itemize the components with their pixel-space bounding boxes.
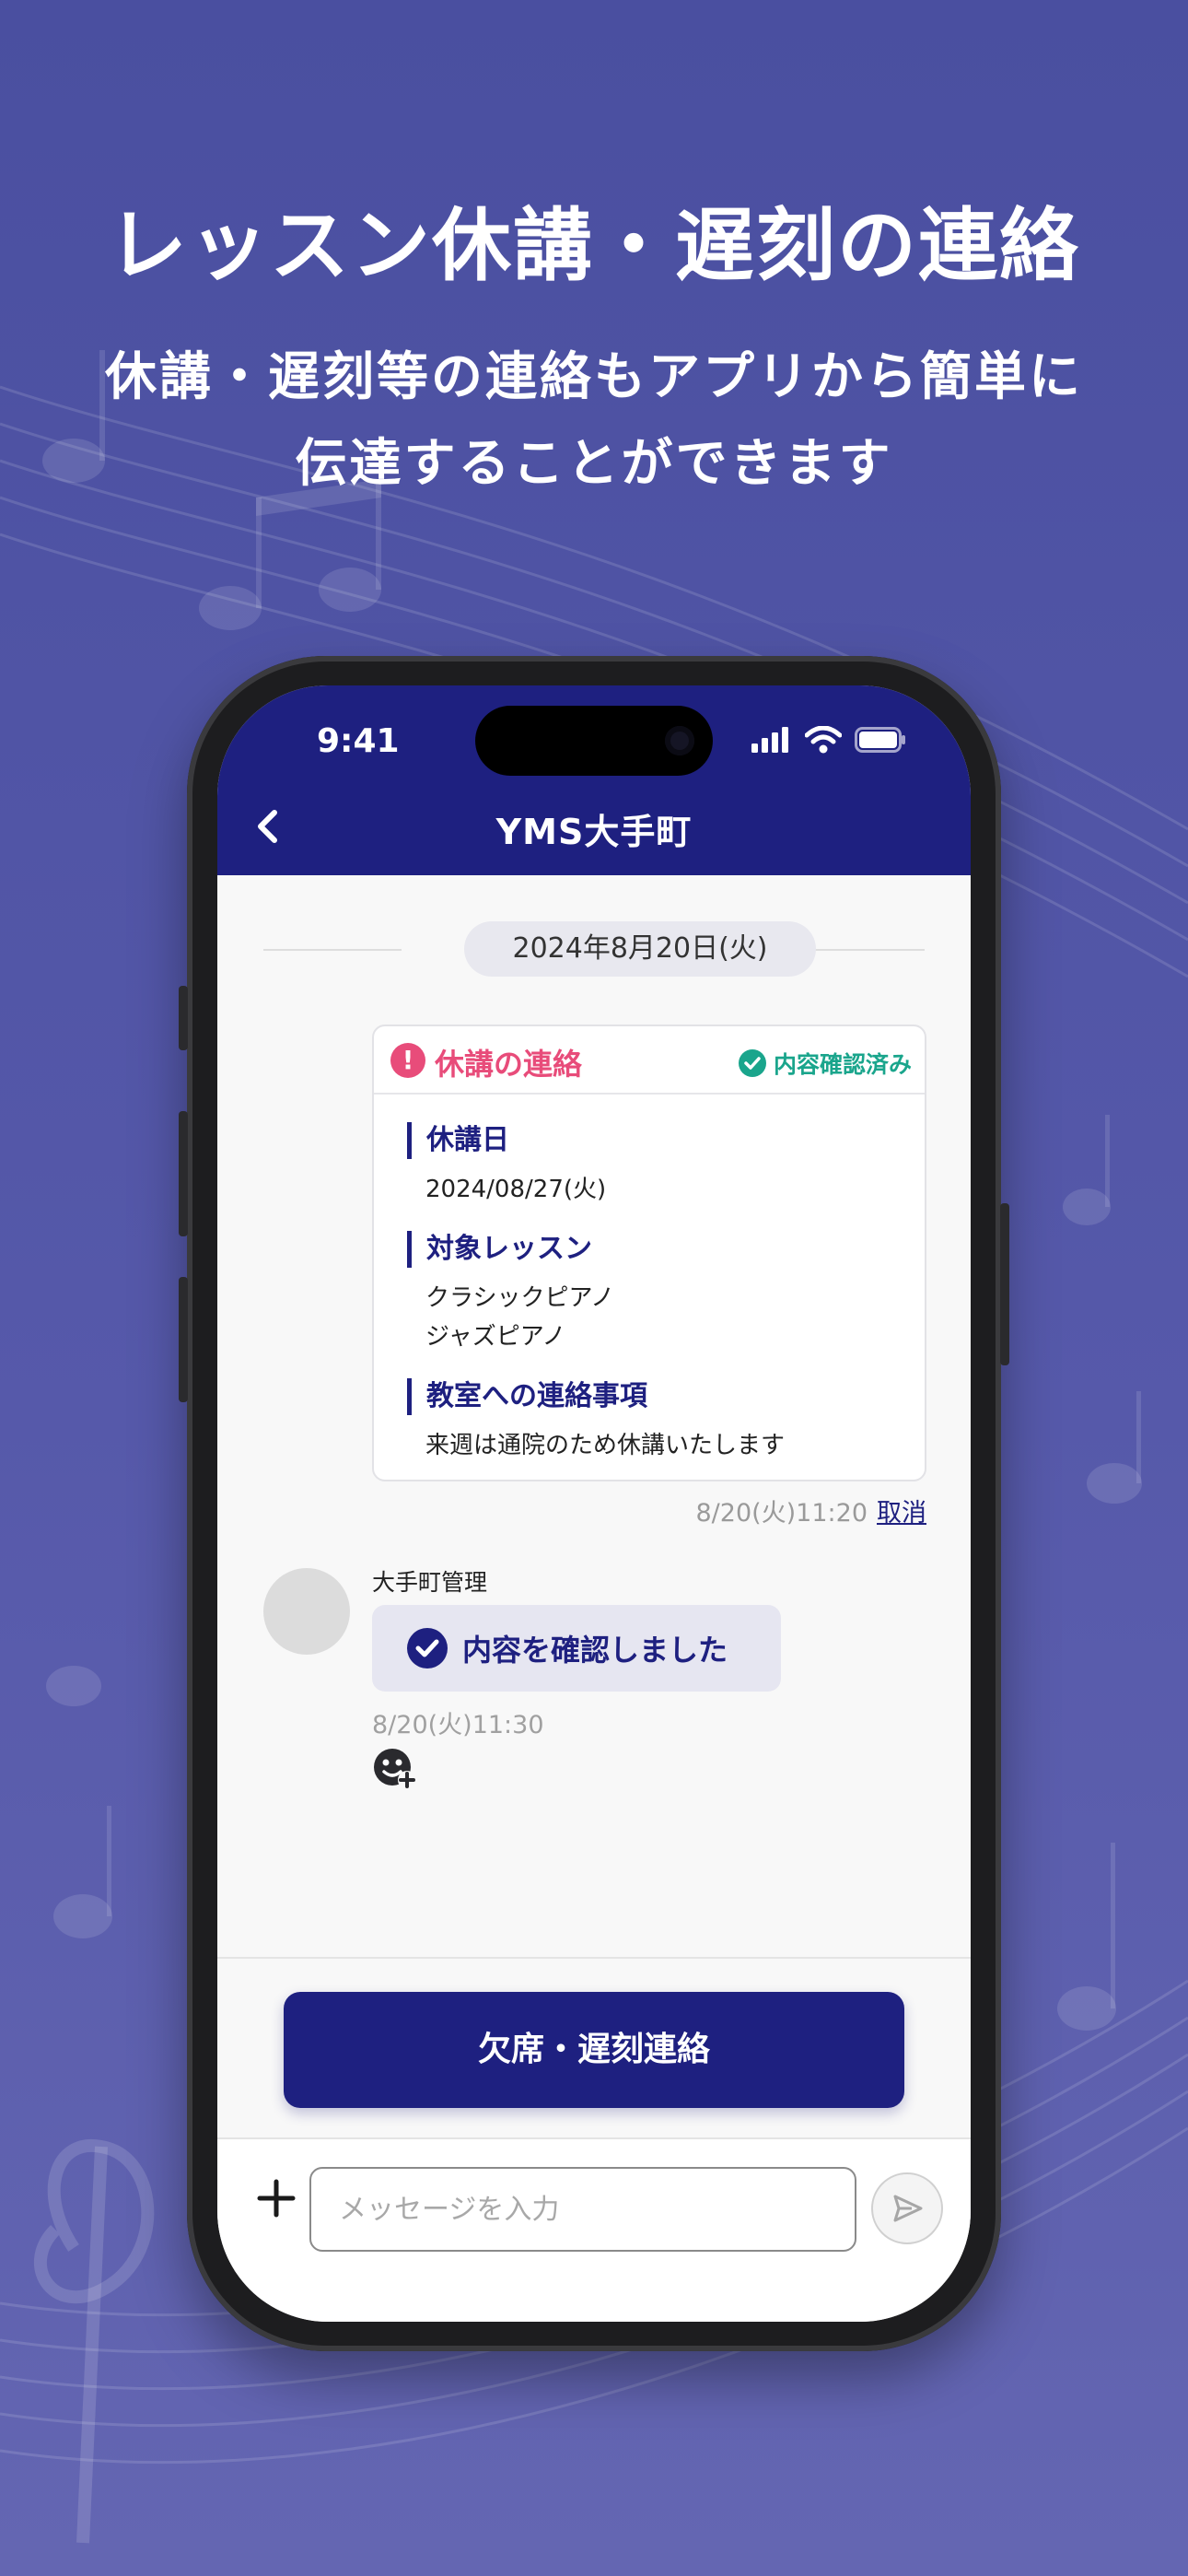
promo-subline-2: 伝達することができます	[295, 434, 893, 494]
card-timestamp: 8/20(火)11:20	[695, 1499, 868, 1528]
send-button[interactable]	[871, 2172, 943, 2244]
battery-icon	[855, 727, 905, 753]
promo-headline: レッスン休講・遅刻の連絡	[108, 200, 1080, 292]
cancel-link[interactable]: 取消	[877, 1499, 926, 1528]
confirmed-label: 内容確認済み	[773, 1051, 912, 1078]
status-icons	[751, 726, 906, 754]
card-title: 休講の連絡	[435, 1047, 583, 1082]
reply-bubble: 内容を確認しました	[372, 1605, 781, 1692]
volume-down-button	[179, 1277, 188, 1402]
dynamic-island	[475, 706, 713, 776]
reply-timestamp: 8/20(火)11:30	[372, 1711, 544, 1739]
phone-screen: 9:41 YMS大手町 2024年8月20日(火) ! 休講の連絡 内容確認済み…	[217, 685, 971, 2322]
plus-icon[interactable]	[249, 2171, 304, 2226]
cancellation-notice-card: ! 休講の連絡 内容確認済み 休講日 2024/08/27(火) 対象レッスン …	[372, 1025, 926, 1481]
absence-lateness-button[interactable]: 欠席・遅刻連絡	[284, 1992, 904, 2108]
message-input[interactable]	[309, 2167, 856, 2252]
check-circle-icon	[738, 1049, 766, 1077]
promo-subline-1: 休講・遅刻等の連絡もアプリから簡単に	[105, 347, 1083, 407]
section-value-lesson-1: クラシックピアノ	[425, 1284, 615, 1312]
status-time: 9:41	[317, 722, 400, 760]
section-value-date: 2024/08/27(火)	[425, 1176, 607, 1203]
exclamation-icon: !	[390, 1043, 425, 1078]
section-label-lessons: 対象レッスン	[407, 1231, 592, 1268]
section-label-notes: 教室への連絡事項	[407, 1378, 647, 1415]
app-header: 9:41 YMS大手町	[217, 685, 971, 875]
card-header: ! 休講の連絡 内容確認済み	[374, 1026, 925, 1095]
cellular-signal-icon	[751, 727, 788, 753]
action-area: 欠席・遅刻連絡	[217, 1957, 971, 2137]
wifi-icon	[805, 726, 842, 754]
section-label-date: 休講日	[407, 1122, 509, 1159]
date-separator: 2024年8月20日(火)	[263, 921, 925, 977]
date-label: 2024年8月20日(火)	[464, 921, 816, 977]
chat-title: YMS大手町	[495, 812, 693, 852]
avatar	[263, 1568, 350, 1655]
confirmed-badge: 内容確認済み	[738, 1047, 912, 1080]
power-button	[1000, 1203, 1009, 1365]
check-circle-icon	[407, 1628, 448, 1669]
send-icon	[893, 2195, 923, 2222]
action-button-hw	[179, 986, 188, 1050]
add-reaction-icon[interactable]	[372, 1745, 418, 1791]
section-value-lesson-2: ジャズピアノ	[425, 1323, 566, 1351]
reply-message: 内容を確認しました	[462, 1633, 728, 1668]
card-meta: 8/20(火)11:20 取消	[695, 1493, 926, 1528]
sender-name: 大手町管理	[372, 1569, 488, 1596]
section-value-notes: 来週は通院のため休講いたします	[425, 1432, 786, 1459]
volume-up-button	[179, 1111, 188, 1236]
message-composer	[217, 2137, 971, 2322]
